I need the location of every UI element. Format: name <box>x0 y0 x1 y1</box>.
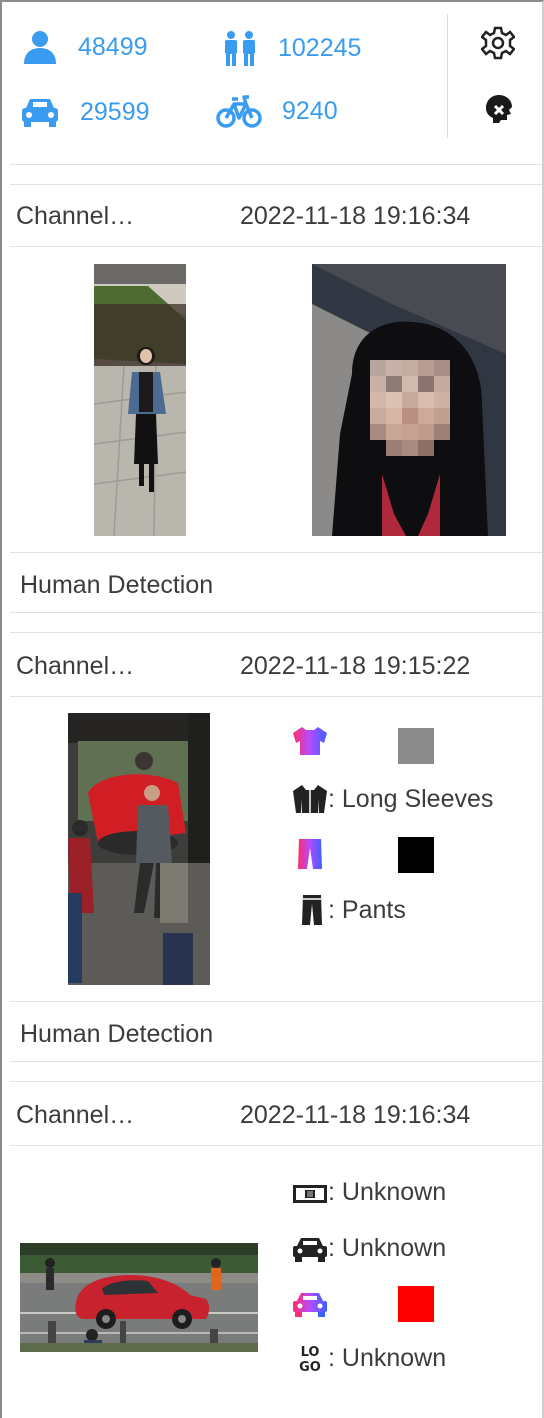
event-1-body-snapshot[interactable] <box>94 264 186 536</box>
settings-icon[interactable] <box>481 26 515 60</box>
vehicle-type-icon <box>293 1237 327 1262</box>
event-1-type: Human Detection <box>20 571 214 599</box>
sleeves-row: : Long Sleeves <box>292 784 493 814</box>
people-icon <box>225 31 255 66</box>
event-1-line <box>10 246 542 247</box>
event-1-face-snapshot[interactable] <box>312 264 506 536</box>
vehicle-count: 29599 <box>80 97 150 126</box>
event-2-bottom-line <box>10 1001 542 1002</box>
pants-icon <box>302 895 322 925</box>
event-1-channel: Channel… <box>16 202 135 230</box>
vehicle-type-value: : Unknown <box>328 1234 447 1262</box>
event-3-line <box>10 1145 542 1146</box>
vehicle-color-icon <box>293 1293 327 1317</box>
event-3-time: 2022-11-18 19:16:34 <box>240 1101 471 1129</box>
event-3-channel: Channel… <box>16 1101 135 1129</box>
svg-text:GO: GO <box>299 1360 321 1374</box>
event-1-end-line <box>10 612 542 613</box>
car-icon <box>22 99 58 127</box>
sleeve-icon <box>293 785 327 813</box>
clear-icon[interactable] <box>481 92 515 124</box>
logo-icon: LO GO <box>299 1345 321 1374</box>
header-bottom-line <box>10 164 542 165</box>
logo-value: : Unknown <box>328 1343 447 1372</box>
person-icon <box>24 31 56 64</box>
bicycle-count: 9240 <box>282 96 338 125</box>
header-divider <box>447 14 448 138</box>
people-count: 102245 <box>278 33 362 62</box>
event-2-time: 2022-11-18 19:15:22 <box>240 652 471 680</box>
top-color-swatch <box>398 728 434 764</box>
vehicle-type-row: : Unknown <box>292 1234 446 1263</box>
top-color-icon <box>293 727 327 755</box>
event-1-bottom-line <box>10 552 542 553</box>
svg-text:LO: LO <box>301 1345 320 1360</box>
pants-row: : Pants <box>292 894 406 926</box>
event-2-body-snapshot[interactable] <box>68 713 210 985</box>
logo-row: LO GO : Unknown <box>292 1342 447 1375</box>
person-stat: 48499 <box>22 30 148 64</box>
event-1-top-line <box>10 184 542 185</box>
sleeves-value: : Long Sleeves <box>328 784 494 813</box>
person-count: 48499 <box>78 32 148 61</box>
event-2-channel: Channel… <box>16 652 135 680</box>
bicycle-stat: 9240 <box>216 92 338 130</box>
event-1-time: 2022-11-18 19:16:34 <box>240 202 471 230</box>
bicycle-icon <box>216 95 262 128</box>
bottom-color-icon <box>298 839 322 869</box>
pants-value: : Pants <box>328 895 406 924</box>
bottom-color-swatch <box>398 837 434 873</box>
vehicle-color-swatch <box>398 1286 434 1322</box>
event-2-end-line <box>10 1061 542 1062</box>
event-3-vehicle-snapshot[interactable] <box>20 1243 258 1352</box>
plate-value: : Unknown <box>328 1178 447 1206</box>
people-stat: 102245 <box>222 30 361 66</box>
plate-icon <box>293 1184 327 1203</box>
event-2-top-line <box>10 632 542 633</box>
event-3-top-line <box>10 1081 542 1082</box>
event-2-type: Human Detection <box>20 1020 214 1048</box>
vehicle-stat: 29599 <box>20 96 150 128</box>
event-2-line <box>10 696 542 697</box>
plate-row: : Unknown <box>292 1178 446 1207</box>
